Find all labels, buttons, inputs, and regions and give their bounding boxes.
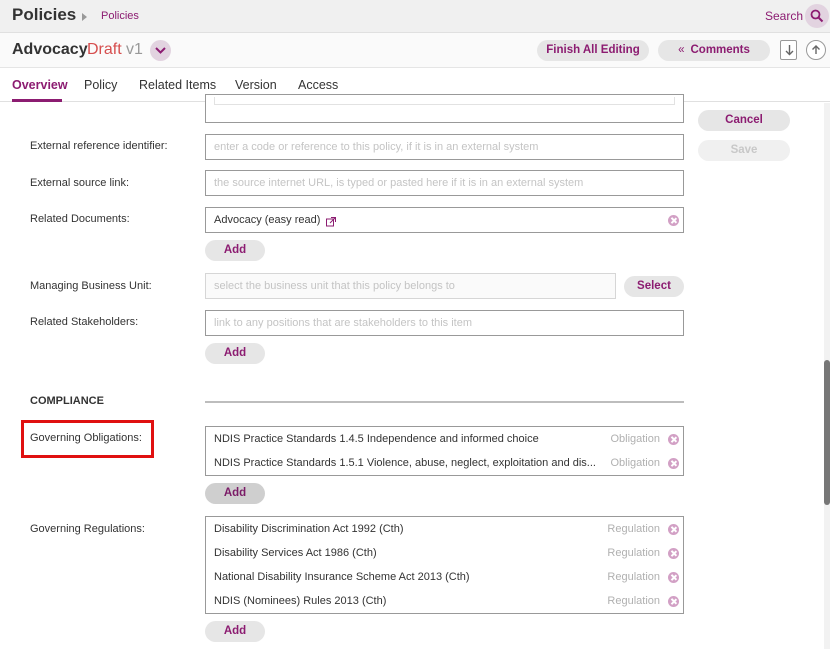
section-divider [205, 401, 684, 403]
compliance-section-title: COMPLIANCE [30, 395, 104, 407]
top-bar: Policies Policies Search [0, 0, 830, 33]
regulation-text: National Disability Insurance Scheme Act… [214, 571, 470, 583]
obligation-text: NDIS Practice Standards 1.5.1 Violence, … [214, 457, 596, 469]
tab-access[interactable]: Access [298, 78, 338, 92]
external-source-input[interactable]: the source internet URL, is typed or pas… [205, 170, 684, 196]
cancel-button[interactable]: Cancel [698, 110, 790, 131]
regulation-type: Regulation [607, 595, 660, 607]
comments-label: Comments [690, 44, 750, 56]
remove-icon[interactable] [668, 596, 679, 607]
scrolled-field-inner [214, 97, 675, 105]
list-item[interactable]: Disability Discrimination Act 1992 (Cth)… [206, 518, 683, 542]
governing-obligations-list: NDIS Practice Standards 1.4.5 Independen… [205, 426, 684, 476]
tab-related-items[interactable]: Related Items [139, 78, 216, 92]
app-title: Policies [12, 5, 77, 24]
remove-icon[interactable] [668, 548, 679, 559]
list-item[interactable]: NDIS Practice Standards 1.5.1 Violence, … [206, 452, 683, 476]
tab-overview[interactable]: Overview [12, 78, 68, 92]
search-icon[interactable] [805, 4, 829, 28]
breadcrumb-arrow-icon [82, 13, 87, 21]
obligation-text: NDIS Practice Standards 1.4.5 Independen… [214, 433, 539, 445]
regulation-text: Disability Discrimination Act 1992 (Cth) [214, 523, 404, 535]
upload-icon[interactable] [806, 40, 826, 60]
related-stakeholders-input[interactable]: link to any positions that are stakehold… [205, 310, 684, 336]
governing-regulations-label: Governing Regulations: [30, 523, 145, 535]
search-link[interactable]: Search [765, 9, 803, 23]
double-chevron-left-icon: « [678, 44, 685, 56]
download-icon[interactable] [780, 40, 797, 60]
external-reference-placeholder: enter a code or reference to this policy… [214, 141, 539, 153]
select-business-unit-button[interactable]: Select [624, 276, 684, 297]
scrollbar-thumb[interactable] [824, 360, 830, 505]
tab-policy[interactable]: Policy [84, 78, 117, 92]
scrolled-field[interactable] [205, 94, 684, 123]
related-document-item[interactable]: Advocacy (easy read) [214, 214, 320, 226]
related-documents-list: Advocacy (easy read) [205, 207, 684, 233]
add-regulation-button[interactable]: Add [205, 621, 265, 642]
chevron-down-icon[interactable] [150, 40, 171, 61]
regulation-type: Regulation [607, 523, 660, 535]
external-reference-input[interactable]: enter a code or reference to this policy… [205, 134, 684, 160]
regulation-type: Regulation [607, 547, 660, 559]
external-source-placeholder: the source internet URL, is typed or pas… [214, 177, 584, 189]
comments-button[interactable]: « Comments [658, 40, 770, 61]
remove-icon[interactable] [668, 572, 679, 583]
list-item[interactable]: NDIS (Nominees) Rules 2013 (Cth) Regulat… [206, 590, 683, 614]
list-item[interactable]: Disability Services Act 1986 (Cth) Regul… [206, 542, 683, 566]
breadcrumb-policies[interactable]: Policies [101, 10, 139, 22]
external-reference-label: External reference identifier: [30, 140, 168, 152]
governing-regulations-list: Disability Discrimination Act 1992 (Cth)… [205, 516, 684, 614]
managing-unit-input: select the business unit that this polic… [205, 273, 616, 299]
document-version: v1 [126, 41, 143, 58]
remove-icon[interactable] [668, 458, 679, 469]
list-item[interactable]: NDIS Practice Standards 1.4.5 Independen… [206, 428, 683, 452]
managing-unit-placeholder: select the business unit that this polic… [214, 280, 455, 292]
remove-icon[interactable] [668, 215, 679, 226]
vertical-scrollbar[interactable] [824, 103, 830, 649]
related-documents-label: Related Documents: [30, 213, 130, 225]
related-stakeholders-label: Related Stakeholders: [30, 316, 139, 328]
obligation-type: Obligation [610, 457, 660, 469]
add-stakeholder-button[interactable]: Add [205, 343, 265, 364]
tab-version[interactable]: Version [235, 78, 277, 92]
regulation-text: Disability Services Act 1986 (Cth) [214, 547, 377, 559]
document-title: Advocacy [12, 41, 88, 58]
obligation-type: Obligation [610, 433, 660, 445]
add-related-document-button[interactable]: Add [205, 240, 265, 261]
document-status: Draft [87, 41, 122, 58]
managing-unit-label: Managing Business Unit: [30, 280, 152, 292]
list-item[interactable]: National Disability Insurance Scheme Act… [206, 566, 683, 590]
active-tab-indicator [12, 99, 62, 102]
related-stakeholders-placeholder: link to any positions that are stakehold… [214, 317, 473, 329]
document-title-bar: Advocacy Draft v1 Finish All Editing « Co… [0, 33, 830, 68]
external-link-icon[interactable] [326, 214, 336, 232]
remove-icon[interactable] [668, 434, 679, 445]
governing-obligations-label: Governing Obligations: [30, 432, 142, 444]
add-obligation-button[interactable]: Add [205, 483, 265, 504]
external-source-label: External source link: [30, 177, 130, 189]
finish-all-editing-button[interactable]: Finish All Editing [537, 40, 649, 61]
save-button[interactable]: Save [698, 140, 790, 161]
remove-icon[interactable] [668, 524, 679, 535]
regulation-text: NDIS (Nominees) Rules 2013 (Cth) [214, 595, 387, 607]
regulation-type: Regulation [607, 571, 660, 583]
